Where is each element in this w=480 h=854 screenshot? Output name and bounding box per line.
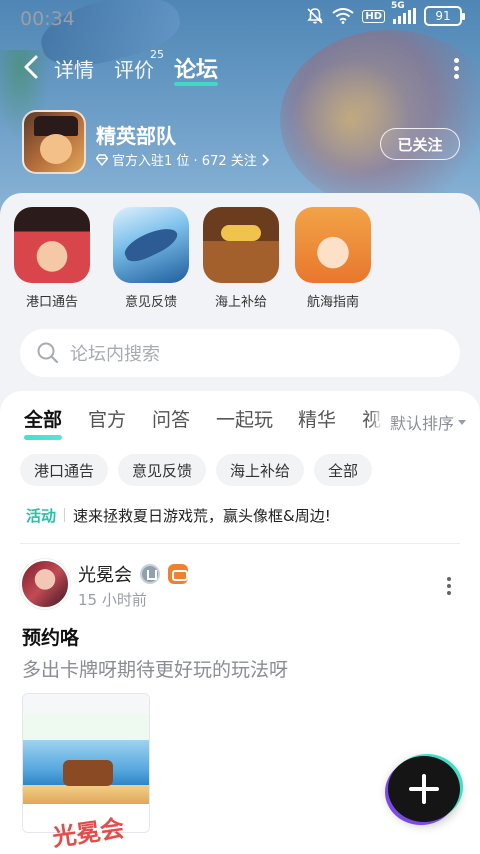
caret-down-icon: [458, 419, 467, 425]
post-time: 15 小时前: [78, 591, 147, 609]
divider: [20, 543, 460, 544]
tab-forum[interactable]: 论坛: [174, 52, 219, 86]
post-author-name: 光冕会: [78, 565, 132, 586]
search-icon: [37, 342, 59, 364]
sort-dropdown[interactable]: 默认排序: [386, 407, 467, 437]
tab-details-label: 详情: [54, 58, 94, 82]
section-sea-supply-image: [203, 207, 279, 283]
activity-text: 速来拯救夏日游戏荒，赢头像框&周边!: [73, 506, 331, 525]
post-more-icon[interactable]: [446, 577, 452, 597]
chip-all[interactable]: 全部: [314, 454, 373, 486]
chip-sea-supply[interactable]: 海上补给: [216, 454, 305, 486]
forum-sections: 港口通告 意见反馈 海上补给 航海指南: [0, 207, 480, 317]
chip-port-notice[interactable]: 港口通告: [20, 454, 109, 486]
post-body: 多出卡牌呀期待更好玩的玩法呀: [22, 659, 289, 681]
top-nav: 详情 评价 25 论坛: [0, 46, 480, 90]
section-sailing-guide-image: [295, 207, 371, 283]
feed-tab-featured[interactable]: 精华: [298, 405, 336, 432]
wifi-icon: [332, 8, 354, 24]
user-level-badge-icon: [140, 564, 160, 584]
game-stats[interactable]: 官方入驻1 位 · 672 关注: [96, 150, 269, 169]
status-time: 00:34: [20, 8, 75, 30]
section-feedback-image: [113, 207, 189, 283]
feed-tabs: 全部 官方 问答 一起玩 精华 视 默认排序: [0, 405, 480, 445]
section-sailing-guide-label: 航海指南: [306, 295, 359, 310]
avatar[interactable]: [20, 559, 70, 609]
chevron-right-icon: [262, 153, 269, 166]
section-port-notice[interactable]: 港口通告: [7, 207, 97, 310]
new-post-button[interactable]: [388, 756, 460, 822]
section-port-notice-image: [14, 207, 90, 283]
game-icon[interactable]: [22, 110, 86, 174]
search-input[interactable]: 论坛内搜索: [20, 329, 460, 377]
tab-forum-label: 论坛: [174, 58, 219, 83]
game-stats-text: 官方入驻1 位 · 672 关注: [112, 154, 257, 169]
sort-label: 默认排序: [390, 414, 455, 433]
player-badge-icon: [168, 564, 188, 584]
activity-separator: [64, 508, 66, 522]
plus-icon: [409, 774, 439, 804]
hd-voice-badge: HD: [362, 9, 385, 23]
post-title: 预约咯: [22, 627, 80, 649]
active-feed-tab-indicator: [24, 435, 63, 440]
search-placeholder: 论坛内搜索: [70, 344, 160, 365]
feed-tab-qa[interactable]: 问答: [152, 405, 190, 432]
status-icons: HD 5G 91: [306, 1, 465, 26]
feed-tab-official[interactable]: 官方: [88, 405, 126, 432]
chip-feedback[interactable]: 意见反馈: [118, 454, 207, 486]
more-options-icon[interactable]: [452, 58, 460, 80]
diamond-icon: [96, 153, 108, 166]
section-filter-chips: 港口通告 意见反馈 海上补给 全部: [20, 454, 373, 486]
review-count-badge: 25: [150, 48, 164, 61]
tab-reviews[interactable]: 评价 25: [114, 48, 164, 83]
tab-details[interactable]: 详情: [54, 54, 94, 83]
section-feedback-label: 意见反馈: [124, 295, 177, 310]
activity-banner[interactable]: 活动 速来拯救夏日游戏荒，赢头像框&周边!: [26, 503, 466, 527]
section-feedback[interactable]: 意见反馈: [106, 207, 196, 310]
battery-icon: 91: [424, 6, 465, 26]
forum-content: 港口通告 意见反馈 海上补给 航海指南 论坛内搜索 全部 官方 问答 一起玩 精…: [0, 193, 480, 854]
game-title: 精英部队: [96, 124, 176, 148]
activity-tag: 活动: [26, 506, 57, 525]
feed-tab-video[interactable]: 视: [362, 405, 384, 432]
section-sea-supply-label: 海上补给: [214, 295, 267, 310]
section-sailing-guide[interactable]: 航海指南: [288, 207, 378, 310]
active-tab-indicator: [174, 82, 219, 86]
mute-bell-icon: [307, 8, 323, 24]
battery-level: 91: [435, 9, 451, 23]
feed-tab-all[interactable]: 全部: [24, 405, 63, 440]
feed-tab-all-label: 全部: [24, 409, 63, 431]
back-arrow-icon[interactable]: [18, 52, 48, 82]
follow-button[interactable]: 已关注: [380, 128, 460, 160]
section-sea-supply[interactable]: 海上补给: [196, 207, 286, 310]
network-type-label: 5G: [391, 1, 405, 11]
post-author[interactable]: 光冕会: [78, 561, 188, 587]
section-port-notice-label: 港口通告: [25, 295, 78, 310]
tab-reviews-label: 评价: [114, 58, 154, 82]
status-bar: 00:34 HD 5G 91: [0, 0, 480, 36]
feed-tab-play-together[interactable]: 一起玩: [216, 405, 273, 432]
cell-signal-icon: 5G: [391, 1, 416, 24]
